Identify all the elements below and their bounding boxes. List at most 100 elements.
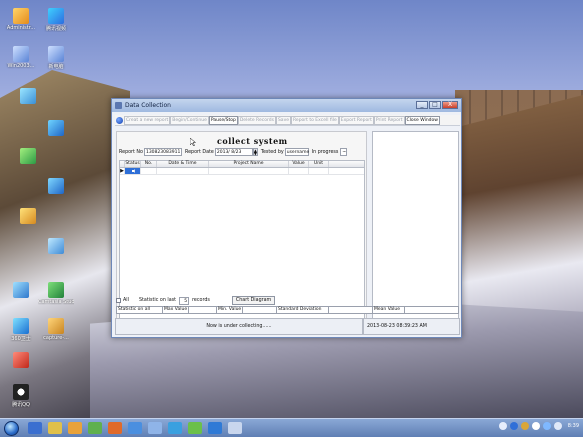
desktop-icon-unlabeled-8[interactable] <box>3 352 39 369</box>
report-date-field[interactable]: 2013/ 8/23 <box>214 148 253 156</box>
desktop-icon-new-computer[interactable]: 新电脑 <box>38 46 74 70</box>
status-checkbox[interactable] <box>130 169 135 173</box>
mouse-pointer-icon <box>190 138 196 146</box>
min-value-field <box>243 307 277 313</box>
taskbar-app-icon[interactable] <box>128 422 142 434</box>
shield-icon <box>13 318 29 334</box>
status-ball-icon <box>116 116 123 124</box>
tray-icon[interactable] <box>520 422 529 430</box>
start-button[interactable] <box>4 420 19 436</box>
desktop-icon-unlabeled-6[interactable] <box>38 238 74 255</box>
desktop-icon-360[interactable]: 360卫士 <box>3 318 39 342</box>
records-label: records <box>192 298 210 303</box>
desktop-icon-qq[interactable]: 腾讯QQ <box>3 384 39 408</box>
row-value-cell[interactable] <box>289 168 309 174</box>
system-tray: 8:39 <box>498 422 579 430</box>
app-icon <box>48 120 64 136</box>
desktop-icon-unlabeled-2[interactable] <box>38 120 74 137</box>
tested-by-field[interactable]: username <box>284 148 309 156</box>
taskbar: 8:39 <box>0 418 583 437</box>
table-row[interactable]: ▶ <box>120 168 364 175</box>
status-dropdown[interactable]: ~ <box>340 148 348 156</box>
column-header-date-time[interactable]: Date & Time <box>157 161 209 167</box>
desktop-icon-administrator[interactable]: Administr... <box>3 8 39 31</box>
taskbar-app-icon[interactable] <box>188 422 202 434</box>
chart-diagram-button[interactable]: Chart Diagram <box>231 296 276 305</box>
app-icon <box>13 352 29 368</box>
column-header-value[interactable]: Value <box>289 161 309 167</box>
desktop-icon-unlabeled-5[interactable] <box>10 208 46 225</box>
taskbar-app-icon[interactable] <box>148 422 162 434</box>
report-no-field[interactable]: 130823083911 <box>143 148 182 156</box>
toolbar-export-report-button[interactable]: Export Report <box>338 115 374 125</box>
taskbar-app-icon[interactable] <box>88 422 102 434</box>
toolbar-close-window-button[interactable]: Close Window <box>404 115 440 125</box>
window-title: Data Collection <box>125 102 171 109</box>
tray-icon[interactable] <box>509 422 518 430</box>
video-icon <box>48 8 64 24</box>
tray-icon[interactable] <box>531 422 540 430</box>
taskbar-ie-icon[interactable] <box>28 422 42 434</box>
statistics-bar: Statistic on all Max Value Min. Value St… <box>116 306 459 314</box>
toolbar-save-button[interactable]: Save <box>275 115 291 125</box>
app-icon <box>13 282 29 298</box>
status-bar: Now is under collecting...... 2013-08-23… <box>115 318 460 335</box>
desktop-icon-camtasia[interactable]: Camtasia Studio <box>38 282 74 305</box>
volume-icon[interactable] <box>553 422 562 430</box>
statistics-options-row: All Statistic on last 5 records Chart Di… <box>116 296 459 305</box>
toolbar-report-excel-button[interactable]: Report to Excell file <box>291 115 339 125</box>
app-icon <box>48 178 64 194</box>
row-unit-cell[interactable] <box>309 168 329 174</box>
app-icon <box>20 88 36 104</box>
tested-by-label: Tested by <box>260 149 284 155</box>
row-date-time-cell[interactable] <box>157 168 209 174</box>
app-window-icon <box>115 102 122 109</box>
row-project-name-cell[interactable] <box>209 168 289 174</box>
taskbar-data-collection-icon[interactable] <box>228 422 242 434</box>
desktop-icon-win2003[interactable]: Win2003... <box>3 46 39 69</box>
toolbar-pause-stop-button[interactable]: Pause/Stop <box>208 115 238 125</box>
max-value-field <box>189 307 217 313</box>
app-icon <box>20 208 36 224</box>
toolbar-print-report-button[interactable]: Print Report <box>373 115 405 125</box>
max-value-label: Max Value <box>164 307 189 313</box>
toolbar-new-report-button[interactable]: Creat a new report <box>124 115 171 125</box>
toolbar: Creat a new report Begin/Continue Pause/… <box>115 115 460 126</box>
date-spinner[interactable]: ▲ ▼ <box>252 148 258 156</box>
tray-icon[interactable] <box>498 422 507 430</box>
desktop-icon-tencent-video[interactable]: 腾讯视频 <box>38 8 74 32</box>
clock[interactable]: 8:39 <box>568 423 579 429</box>
taskbar-folder-icon[interactable] <box>48 422 62 434</box>
column-header-project-name[interactable]: Project Name <box>209 161 289 167</box>
network-icon[interactable] <box>542 422 551 430</box>
taskbar-media-icon[interactable] <box>68 422 82 434</box>
all-checkbox[interactable] <box>116 298 121 303</box>
taskbar-app-icon[interactable] <box>208 422 222 434</box>
page-title: collect system <box>217 136 288 146</box>
row-no-cell[interactable] <box>141 168 157 174</box>
min-value-label: Min. Value <box>218 307 243 313</box>
status-label: In progress <box>311 149 339 155</box>
close-button[interactable]: X <box>442 101 458 109</box>
column-header-status[interactable]: Status <box>125 161 141 167</box>
desktop-icon-unlabeled-4[interactable] <box>38 178 74 195</box>
collection-panel: collect system Report No 130823083911 Re… <box>116 131 367 325</box>
desktop-icon-unlabeled-1[interactable] <box>10 88 46 105</box>
desktop-icon-unlabeled-3[interactable] <box>10 148 46 165</box>
minimize-button[interactable]: _ <box>416 101 428 109</box>
toolbar-begin-continue-button[interactable]: Begin/Continue <box>170 115 209 125</box>
user-folder-icon <box>13 8 29 24</box>
maximize-button[interactable]: □ <box>429 101 441 109</box>
app-icon <box>20 148 36 164</box>
toolbar-delete-records-button[interactable]: Delete Records <box>237 115 276 125</box>
taskbar-app-icon[interactable] <box>168 422 182 434</box>
statistic-last-input[interactable]: 5 <box>179 296 190 305</box>
column-header-no[interactable]: No. <box>141 161 157 167</box>
column-header-unit[interactable]: Unit <box>309 161 329 167</box>
desktop-icon-capture[interactable]: capture-... <box>38 318 74 341</box>
row-status-cell[interactable] <box>125 168 141 174</box>
taskbar-app-icon[interactable] <box>108 422 122 434</box>
window-titlebar[interactable]: Data Collection <box>112 99 461 112</box>
app-icon <box>48 238 64 254</box>
desktop-icon-unlabeled-7[interactable] <box>3 282 39 299</box>
